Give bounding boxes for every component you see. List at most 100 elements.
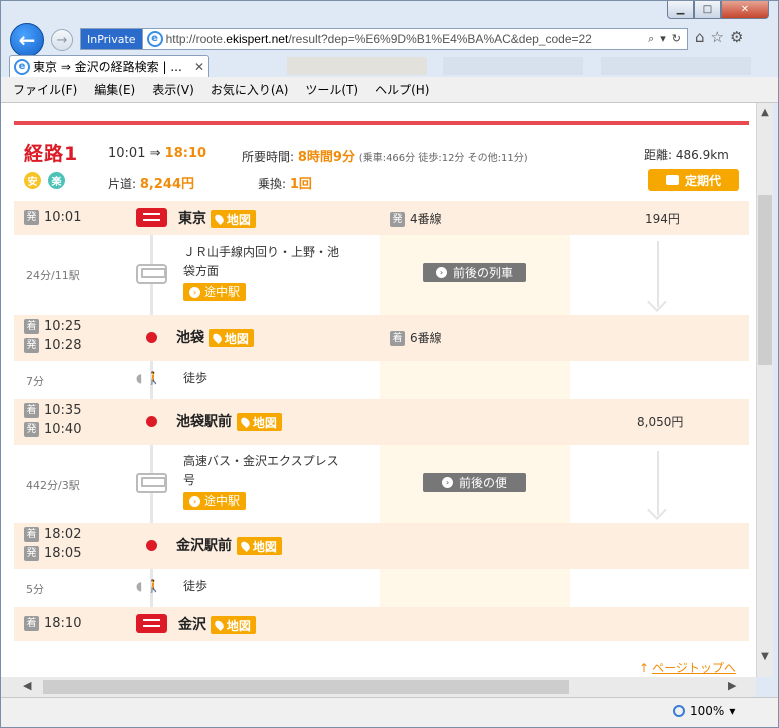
map-pin-icon — [239, 415, 252, 429]
tokyo-map-button[interactable]: 地図 — [210, 210, 256, 228]
pass-card-icon — [665, 175, 679, 185]
scroll-right-icon[interactable]: ▶ — [728, 679, 736, 692]
duration-label: 所要時間: — [242, 150, 295, 164]
scroll-up-icon[interactable]: ▲ — [757, 107, 773, 118]
seg2-intermediate-stations-button[interactable]: › 途中駅 — [183, 492, 247, 510]
map-label: 地図 — [252, 539, 277, 554]
station-row-tokyo: 発 10:01 東京 地図 発 4番線 194円 — [14, 201, 749, 235]
horizontal-scroll-thumb[interactable] — [43, 680, 569, 694]
kanazawa-map-button[interactable]: 地図 — [210, 616, 256, 634]
status-bar: 100% ▾ — [1, 697, 778, 727]
forward-button[interactable]: → — [51, 29, 73, 51]
ekimae-map-button[interactable]: 地図 — [236, 413, 282, 431]
zoom-control[interactable]: 100% ▾ — [673, 704, 735, 718]
url-text[interactable]: http://roote.ekispert.net/result?dep=%E6… — [166, 32, 638, 46]
ikebukuro-ekimae-station: 池袋駅前 地図 — [176, 411, 282, 431]
fare-2: 8,050円 — [637, 415, 684, 429]
horizontal-scrollbar[interactable]: ◀ ▶ — [1, 677, 756, 697]
page-top-link[interactable]: ↑ ページトップへ — [639, 659, 736, 676]
route-title: 経路1 — [24, 143, 79, 165]
refresh-icon[interactable]: ↻ — [672, 32, 681, 46]
distance-label: 距離: — [644, 148, 673, 162]
scroll-down-icon[interactable]: ▼ — [757, 651, 773, 662]
ekimae-name[interactable]: 池袋駅前 — [176, 414, 232, 430]
settings-gear-icon[interactable]: ⚙ — [730, 28, 743, 46]
menu-favorites[interactable]: お気に入り(A) — [211, 81, 289, 98]
address-bar[interactable]: InPrivate e http://roote.ekispert.net/re… — [80, 28, 688, 50]
url-host: ekispert.net — [226, 32, 289, 46]
seg2-line-suffix: 号 — [183, 473, 196, 487]
kanazawa-ekimae-map-button[interactable]: 地図 — [236, 537, 282, 555]
url-prefix: http://roote. — [165, 32, 227, 46]
arr-tag: 着 — [24, 527, 39, 542]
search-icon[interactable]: ⌕ — [648, 32, 654, 46]
station-dot — [146, 540, 157, 551]
ikebukuro-dep: 発 10:28 — [24, 338, 81, 353]
arr-tag: 着 — [24, 616, 39, 631]
tab-current[interactable]: e 東京 ⇒ 金沢の経路検索 | ... ✕ — [9, 55, 209, 77]
seg1-line: ＪＲ山手線内回り・上野・池 袋方面 › 途中駅 — [183, 243, 339, 301]
fare-span-arrow — [657, 451, 659, 515]
tokyo-dep: 発 10:01 — [24, 210, 81, 225]
walk-icon: ◖ 🚶 — [136, 371, 162, 385]
tokyo-name[interactable]: 東京 — [178, 211, 206, 227]
kanazawa-ekimae-dep: 発 18:05 — [24, 546, 81, 561]
favorites-star-icon[interactable]: ☆ — [711, 28, 724, 46]
route-card: 経路1 安 楽 10:01 ⇒ 18:10 所要時間: 8時間9分 (乗車:46… — [14, 121, 749, 641]
menu-bar: ファイル(F) 編集(E) 表示(V) お気に入り(A) ツール(T) ヘルプ(… — [1, 77, 778, 103]
fare-label: 片道: — [108, 177, 137, 191]
tokyo-platform: 発 4番線 — [390, 210, 442, 227]
kanazawa-name[interactable]: 金沢 — [178, 617, 206, 633]
seg2-line-name[interactable]: 高速バス・金沢エクスプレス — [183, 452, 339, 471]
home-icon[interactable]: ⌂ — [695, 28, 705, 46]
minimize-button[interactable]: ▁ — [667, 1, 694, 19]
map-label: 地図 — [226, 618, 251, 633]
ghost-tab — [443, 57, 583, 75]
seg1-intermediate-stations-button[interactable]: › 途中駅 — [183, 283, 247, 301]
seg1-duration: 24分/11駅 — [26, 269, 80, 282]
ikebukuro-dep-time: 10:28 — [44, 338, 82, 353]
dropdown-icon[interactable]: ▾ — [660, 32, 666, 46]
arrow-up-icon: ↑ — [639, 661, 650, 675]
maximize-button[interactable]: □ — [694, 1, 721, 19]
commuter-pass-button[interactable]: 定期代 — [648, 169, 739, 191]
ikebukuro-map-button[interactable]: 地図 — [208, 329, 254, 347]
mid-label: 途中駅 — [204, 284, 241, 299]
dep-tag: 発 — [390, 212, 405, 227]
scroll-left-icon[interactable]: ◀ — [23, 679, 31, 692]
vertical-scrollbar[interactable]: ▲ ▼ — [756, 103, 773, 677]
start-station-icon — [136, 208, 167, 227]
menu-file[interactable]: ファイル(F) — [13, 81, 77, 98]
summary-duration: 所要時間: 8時間9分 (乗車:466分 徒歩:12分 その他:11分) — [242, 146, 528, 165]
segment-walk-1: 7分 ◖ 🚶 徒歩 — [14, 361, 749, 399]
menu-edit[interactable]: 編集(E) — [94, 81, 135, 98]
station-dot — [146, 332, 157, 343]
ikebukuro-arr: 着 10:25 — [24, 319, 81, 334]
back-arrow-icon: ← — [18, 28, 36, 52]
zoom-magnifier-icon — [673, 705, 685, 717]
zoom-dropdown-icon[interactable]: ▾ — [729, 704, 735, 718]
ikebukuro-name[interactable]: 池袋 — [176, 330, 204, 346]
kanazawa-ekimae-name[interactable]: 金沢駅前 — [176, 538, 232, 554]
chevron-right-icon: › — [441, 477, 453, 488]
seg2-duration: 442分/3駅 — [26, 479, 80, 492]
seg2-other-buses-button[interactable]: › 前後の便 — [423, 473, 526, 492]
kanazawa-station: 金沢 地図 — [178, 614, 256, 634]
summary-fare: 片道: 8,244円 — [108, 173, 194, 192]
seg1-line-name[interactable]: ＪＲ山手線内回り・上野・池 — [183, 243, 339, 262]
browser-tools: ⌂ ☆ ⚙ — [695, 28, 743, 46]
station-row-kanazawa: 着 18:10 金沢 地図 — [14, 607, 749, 641]
menu-help[interactable]: ヘルプ(H) — [375, 81, 429, 98]
close-window-button[interactable]: ✕ — [721, 1, 769, 19]
tokyo-platform-text: 4番線 — [410, 212, 442, 226]
tab-close-icon[interactable]: ✕ — [190, 60, 208, 74]
station-row-ikebukuro: 着 10:25 発 10:28 池袋 地図 着 6番線 — [14, 315, 749, 361]
vertical-scroll-thumb[interactable] — [758, 195, 772, 365]
tab-title: 東京 ⇒ 金沢の経路検索 | ... — [33, 60, 182, 74]
menu-view[interactable]: 表示(V) — [152, 81, 194, 98]
back-button[interactable]: ← — [10, 23, 44, 57]
tab-strip: e 東京 ⇒ 金沢の経路検索 | ... ✕ — [1, 53, 778, 77]
seg1-other-trains-button[interactable]: › 前後の列車 — [423, 263, 526, 282]
kanazawa-ekimae-dep-time: 18:05 — [44, 546, 82, 561]
menu-tools[interactable]: ツール(T) — [305, 81, 358, 98]
